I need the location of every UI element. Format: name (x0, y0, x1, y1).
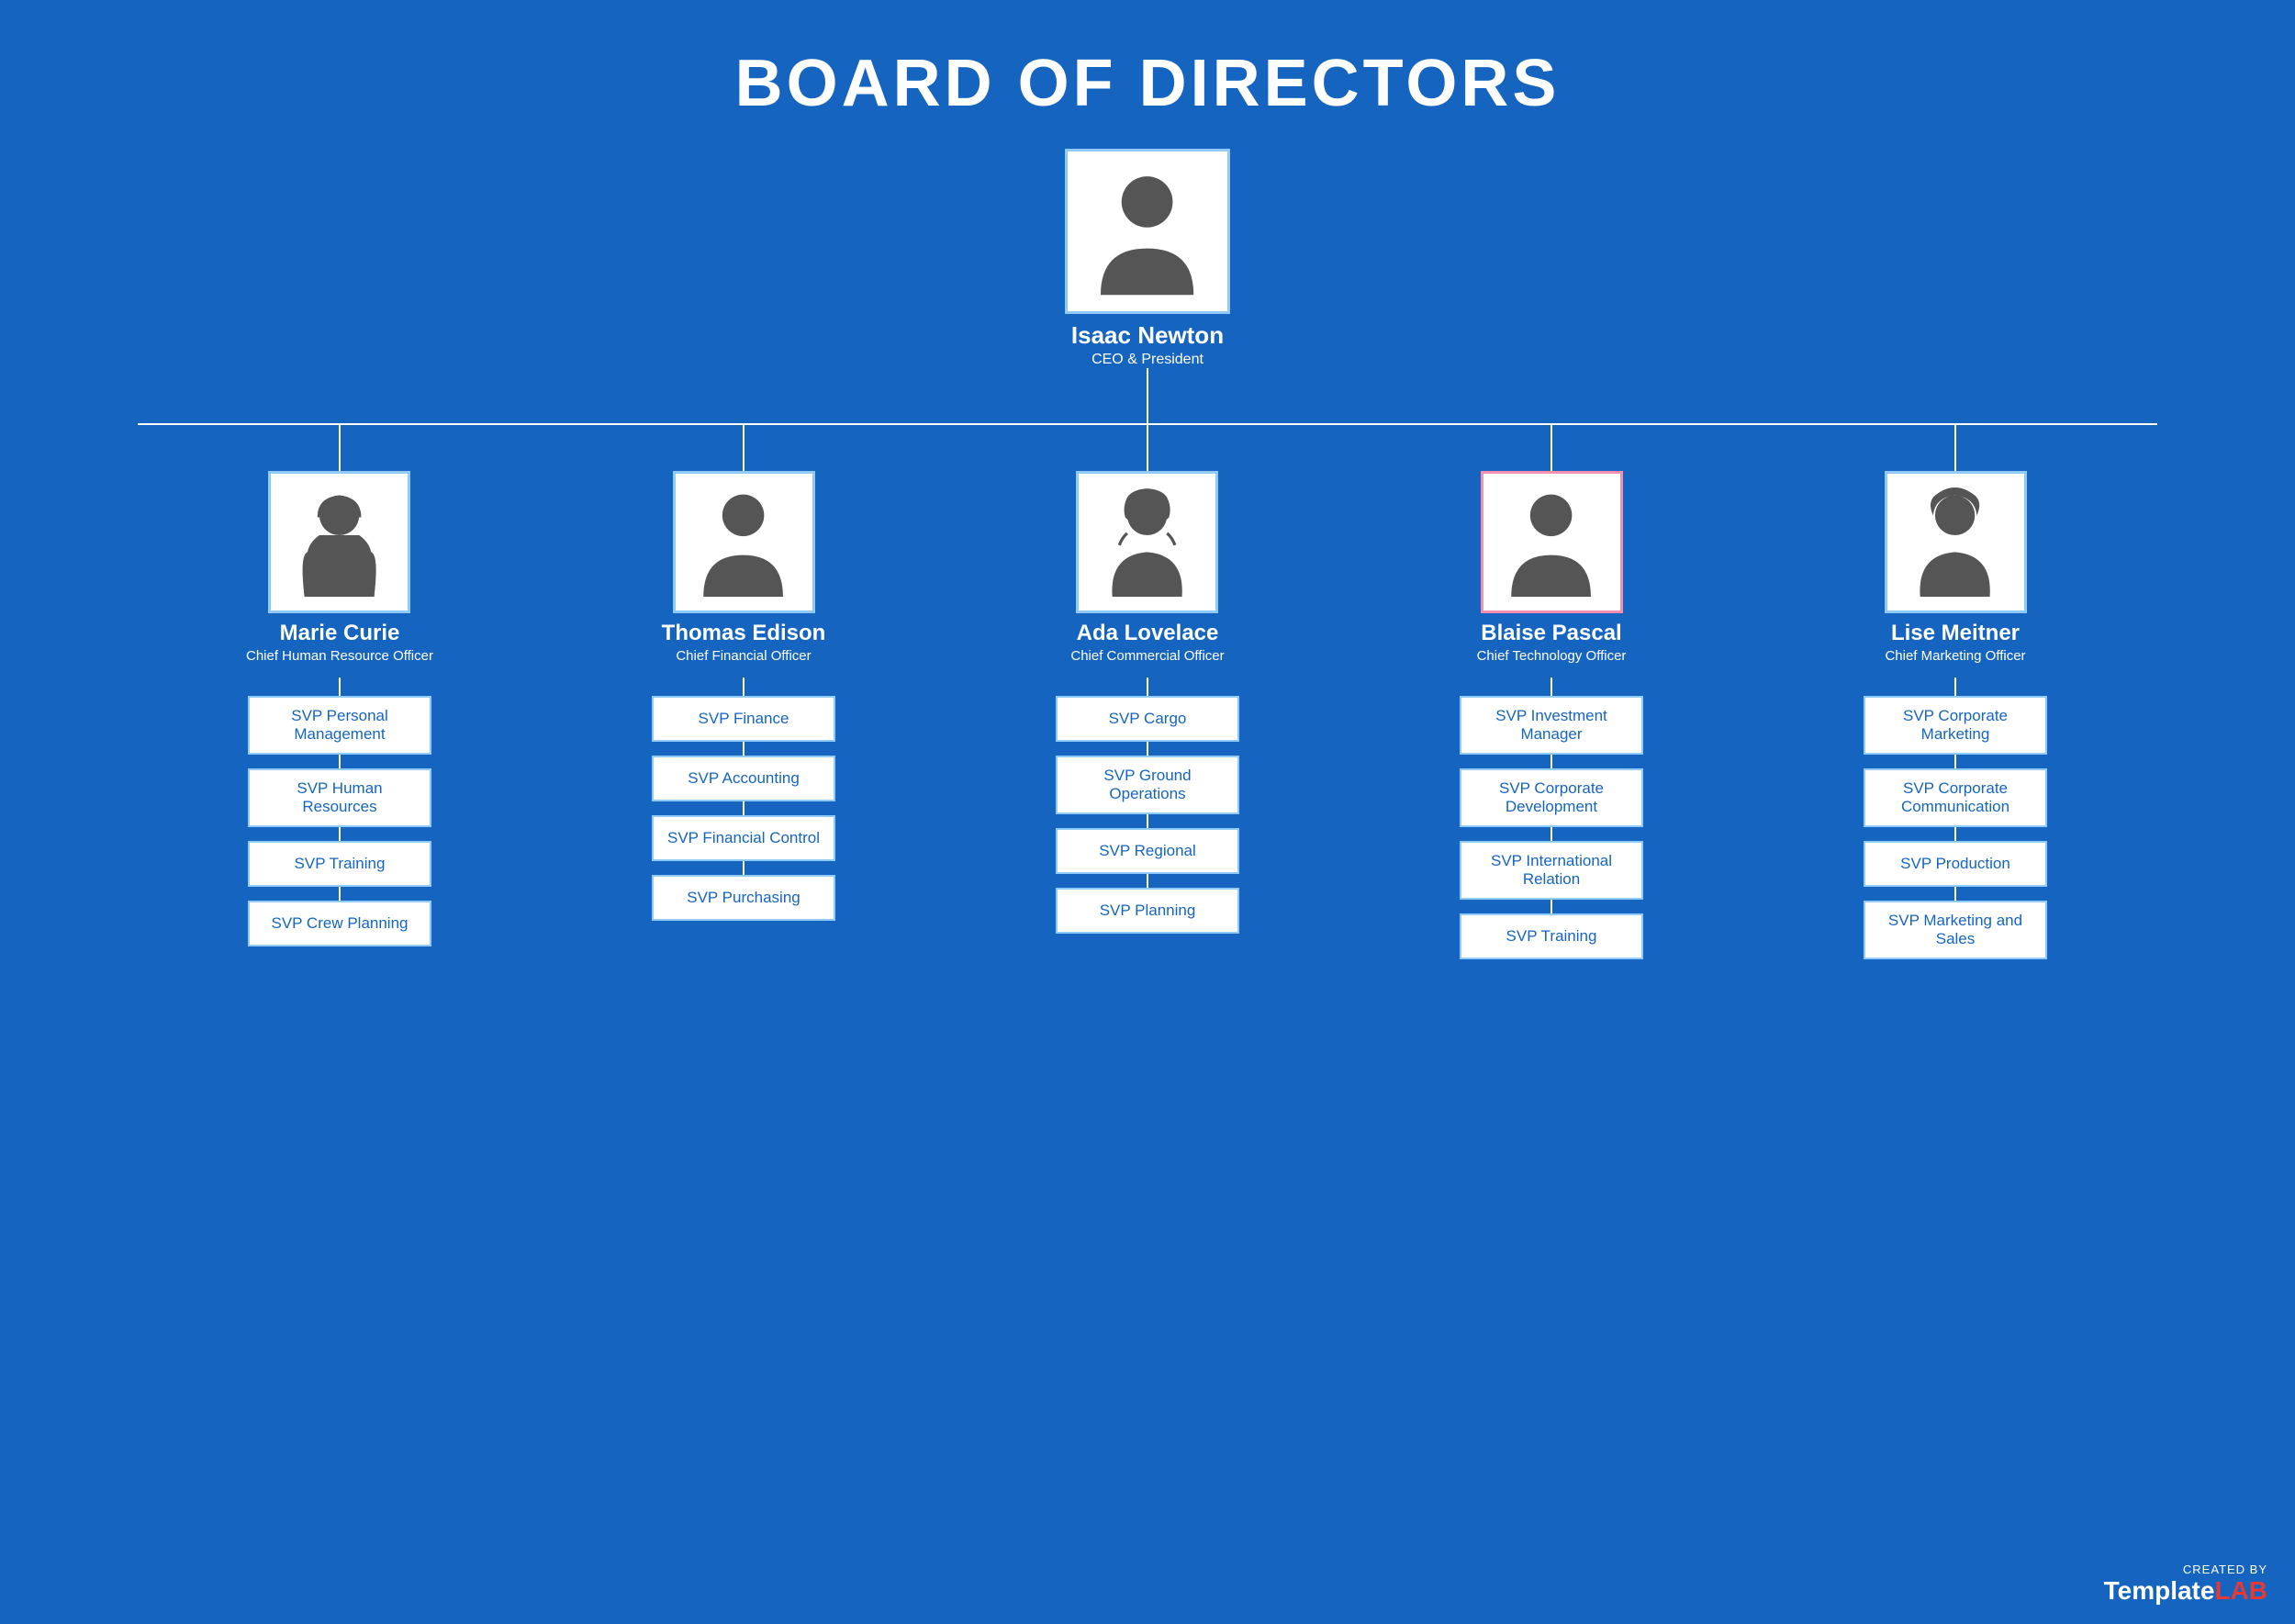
thomas-name: Thomas Edison (662, 621, 826, 646)
v-l2 (1954, 755, 1956, 768)
created-by-label: CREATED BY (2183, 1562, 2267, 1576)
page-container: BOARD OF DIRECTORS Isaac Newton CEO & Pr… (0, 0, 2295, 1624)
v-a4 (1147, 874, 1148, 888)
v-s1 (339, 678, 341, 696)
thomas-svp-chain: SVP Finance SVP Accounting SVP Financial… (652, 678, 835, 921)
svp-5-1: SVP Corporate Marketing (1864, 696, 2047, 755)
lise-card: Lise Meitner Chief Marketing Officer (1885, 471, 2027, 664)
lise-avatar (1885, 471, 2027, 613)
marie-avatar-icon (285, 487, 394, 597)
v-conn-3 (1147, 425, 1148, 471)
svp-3-4: SVP Planning (1056, 888, 1239, 934)
horizontal-branch (138, 423, 2157, 425)
marie-curie-card: Marie Curie Chief Human Resource Officer (246, 471, 433, 664)
svp-3-1: SVP Cargo (1056, 696, 1239, 742)
svp-5-3: SVP Production (1864, 841, 2047, 887)
v-l4 (1954, 887, 1956, 901)
v-b1 (1551, 678, 1552, 696)
ceo-title: CEO & President (1092, 352, 1203, 368)
ada-avatar (1076, 471, 1218, 613)
lise-title: Chief Marketing Officer (1885, 648, 2025, 664)
col-ada-lovelace: Ada Lovelace Chief Commercial Officer SV… (946, 425, 1349, 934)
v-conn-1 (339, 425, 341, 471)
thomas-avatar-icon (688, 487, 798, 597)
template-text: Template (2104, 1576, 2215, 1605)
blaise-svp-chain: SVP Investment Manager SVP Corporate Dev… (1460, 678, 1643, 959)
v-l3 (1954, 827, 1956, 841)
blaise-title: Chief Technology Officer (1477, 648, 1627, 664)
ceo-avatar (1065, 149, 1230, 314)
v-conn-2 (743, 425, 744, 471)
marie-avatar (268, 471, 410, 613)
col-blaise-pascal: Blaise Pascal Chief Technology Officer S… (1349, 425, 1753, 959)
col-marie-curie: Marie Curie Chief Human Resource Officer… (138, 425, 542, 946)
v-s4 (339, 887, 341, 901)
ada-name: Ada Lovelace (1077, 621, 1219, 646)
marie-title: Chief Human Resource Officer (246, 648, 433, 664)
v-conn-4 (1551, 425, 1552, 471)
svp-4-4: SVP Training (1460, 913, 1643, 959)
lab-text: LAB (2214, 1576, 2267, 1605)
ceo-avatar-icon (1083, 167, 1211, 295)
v-l1 (1954, 678, 1956, 696)
svp-4-1: SVP Investment Manager (1460, 696, 1643, 755)
thomas-avatar (673, 471, 815, 613)
v-b4 (1551, 900, 1552, 913)
thomas-title: Chief Financial Officer (676, 648, 811, 664)
ada-title: Chief Commercial Officer (1070, 648, 1224, 664)
lise-svp-chain: SVP Corporate Marketing SVP Corporate Co… (1864, 678, 2047, 959)
col-lise-meitner: Lise Meitner Chief Marketing Officer SVP… (1753, 425, 2157, 959)
v-conn-5 (1954, 425, 1956, 471)
marie-name: Marie Curie (280, 621, 400, 646)
blaise-name: Blaise Pascal (1481, 621, 1621, 646)
svp-2-1: SVP Finance (652, 696, 835, 742)
watermark: CREATED BY TemplateLAB (2104, 1562, 2267, 1606)
blaise-avatar-icon (1496, 487, 1606, 597)
svp-2-3: SVP Financial Control (652, 815, 835, 861)
ceo-card: Isaac Newton CEO & President (1065, 149, 1230, 368)
svp-5-2: SVP Corporate Communication (1864, 768, 2047, 827)
marie-svp-chain: SVP Personal Management SVP Human Resour… (248, 678, 431, 946)
level2-row: Marie Curie Chief Human Resource Officer… (138, 425, 2157, 959)
v-a2 (1147, 742, 1148, 756)
thomas-card: Thomas Edison Chief Financial Officer (662, 471, 826, 664)
page-title: BOARD OF DIRECTORS (0, 0, 2295, 149)
ada-card: Ada Lovelace Chief Commercial Officer (1070, 471, 1224, 664)
v-b2 (1551, 755, 1552, 768)
v-b3 (1551, 827, 1552, 841)
blaise-card: Blaise Pascal Chief Technology Officer (1477, 471, 1627, 664)
org-chart: Isaac Newton CEO & President (0, 149, 2295, 959)
blaise-avatar (1481, 471, 1623, 613)
svp-1-2: SVP Human Resources (248, 768, 431, 827)
brand: TemplateLAB (2104, 1576, 2267, 1606)
v-s2 (339, 755, 341, 768)
svp-1-4: SVP Crew Planning (248, 901, 431, 946)
lise-avatar-icon (1900, 487, 2010, 597)
svp-5-4: SVP Marketing and Sales (1864, 901, 2047, 959)
v-a3 (1147, 814, 1148, 828)
v-t2 (743, 742, 744, 756)
v-t1 (743, 678, 744, 696)
ada-avatar-icon (1092, 487, 1202, 597)
svp-1-3: SVP Training (248, 841, 431, 887)
lise-name: Lise Meitner (1891, 621, 2020, 646)
svp-4-2: SVP Corporate Development (1460, 768, 1643, 827)
ceo-connector-v (1147, 368, 1148, 423)
ada-svp-chain: SVP Cargo SVP Ground Operations SVP Regi… (1056, 678, 1239, 934)
svp-2-2: SVP Accounting (652, 756, 835, 801)
svp-4-3: SVP International Relation (1460, 841, 1643, 900)
ceo-name: Isaac Newton (1071, 321, 1224, 350)
v-t3 (743, 801, 744, 815)
svp-3-2: SVP Ground Operations (1056, 756, 1239, 814)
v-a1 (1147, 678, 1148, 696)
svp-3-3: SVP Regional (1056, 828, 1239, 874)
svp-2-4: SVP Purchasing (652, 875, 835, 921)
v-t4 (743, 861, 744, 875)
svp-1-1: SVP Personal Management (248, 696, 431, 755)
v-s3 (339, 827, 341, 841)
col-thomas-edison: Thomas Edison Chief Financial Officer SV… (542, 425, 946, 921)
